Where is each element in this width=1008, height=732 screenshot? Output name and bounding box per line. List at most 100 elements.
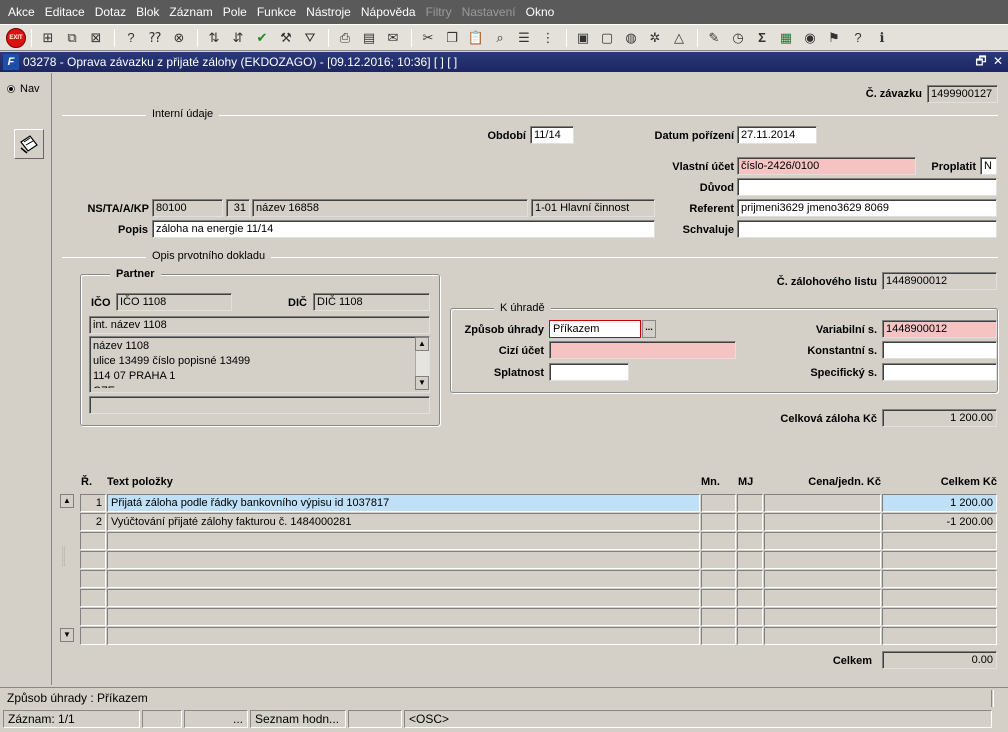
copy-icon[interactable]: ❐ [441,28,463,48]
menu-dotaz[interactable]: Dotaz [90,0,131,24]
cell-celkem[interactable] [882,589,997,607]
restore-icon[interactable]: 🗗 [974,54,988,68]
cell-mn[interactable] [701,570,736,588]
info-icon[interactable]: ℹ [871,28,893,48]
radio-icon[interactable] [7,85,15,93]
kp-field[interactable]: 1-01 Hlavní činnost [531,199,655,217]
export-icon[interactable]: ◉ [799,28,821,48]
cell-text[interactable]: Přijatá záloha podle řádky bankovního vý… [107,494,700,512]
cell-mj[interactable] [737,608,763,626]
triangle-icon[interactable]: △ [668,28,690,48]
edit-doc-icon[interactable]: ✎ [703,28,725,48]
menu-napoveda[interactable]: Nápověda [356,0,421,24]
duplicate-record-icon[interactable]: ⧉ [61,28,83,48]
a-field[interactable]: název 16858 [252,199,528,217]
cell-text[interactable] [107,532,700,550]
celkem-field[interactable]: 0.00 [882,651,997,669]
datum-porizeni-field[interactable]: 27.11.2014 [737,126,817,144]
cell-r[interactable] [80,627,106,645]
c-zavazku-field[interactable]: 1499900127 [927,85,998,103]
tree-icon[interactable]: ⋮ [537,28,559,48]
duvod-field[interactable] [737,178,997,196]
cell-mj[interactable] [737,532,763,550]
cell-celkem[interactable]: 1 200.00 [882,494,997,512]
delete-record-icon[interactable]: ⊠ [85,28,107,48]
zpusob-uhrady-field[interactable]: Příkazem [549,320,641,338]
menu-akce[interactable]: Akce [3,0,40,24]
dic-field[interactable]: DIČ 1108 [313,293,430,311]
menu-blok[interactable]: Blok [131,0,164,24]
cell-r[interactable]: 1 [80,494,106,512]
cell-cena[interactable] [764,589,881,607]
konstantni-field[interactable] [882,341,997,359]
cell-r[interactable] [80,551,106,569]
address-field[interactable]: název 1108 ulice 13499 číslo popisné 134… [89,336,430,393]
grid-scroll-up-icon[interactable]: ▲ [60,494,74,508]
cell-text[interactable] [107,589,700,607]
cell-r[interactable] [80,570,106,588]
menu-funkce[interactable]: Funkce [252,0,301,24]
cell-mj[interactable] [737,570,763,588]
grid-scroll-down-icon[interactable]: ▼ [60,628,74,642]
cell-text[interactable] [107,627,700,645]
cell-mn[interactable] [701,608,736,626]
insert-record-icon[interactable]: ⊞ [37,28,59,48]
menu-okno[interactable]: Okno [521,0,560,24]
cell-text[interactable] [107,551,700,569]
cell-mn[interactable] [701,494,736,512]
cell-mn[interactable] [701,627,736,645]
specificky-field[interactable] [882,363,997,381]
cell-r[interactable]: 2 [80,513,106,531]
cell-cena[interactable] [764,551,881,569]
list-icon[interactable]: ☰ [513,28,535,48]
query-cancel-icon[interactable]: ⊗ [168,28,190,48]
print-icon[interactable]: ⎙ [334,28,356,48]
tools-icon[interactable]: ⚒ [275,28,297,48]
referent-field[interactable]: prijmeni3629 jmeno3629 8069 [737,199,997,217]
cell-text[interactable] [107,608,700,626]
int-nazev-field[interactable]: int. název 1108 [89,316,430,334]
cell-mn[interactable] [701,513,736,531]
save-icon[interactable]: ▢ [596,28,618,48]
paste-icon[interactable]: 📋 [465,28,487,48]
schvaluje-field[interactable] [737,220,997,238]
cell-cena[interactable] [764,570,881,588]
cell-r[interactable] [80,608,106,626]
cell-mj[interactable] [737,494,763,512]
cell-r[interactable] [80,589,106,607]
menu-pole[interactable]: Pole [218,0,252,24]
sort-desc-icon[interactable]: ⇵ [227,28,249,48]
scroll-up-icon[interactable]: ▲ [415,337,429,351]
ns-field[interactable]: 80100 [152,199,223,217]
help-icon[interactable]: ? [847,28,869,48]
proplatit-field[interactable]: N [980,157,997,175]
commit-icon[interactable]: ✔ [251,28,273,48]
cizi-ucet-field[interactable] [549,341,736,359]
c-zalohoveho-field[interactable]: 1448900012 [882,272,997,290]
cell-celkem[interactable] [882,608,997,626]
sort-asc-icon[interactable]: ⇅ [203,28,225,48]
menu-zaznam[interactable]: Záznam [164,0,217,24]
cell-cena[interactable] [764,532,881,550]
globe-icon[interactable]: ◍ [620,28,642,48]
cell-cena[interactable] [764,513,881,531]
address-extra-field[interactable] [89,396,430,414]
cell-text[interactable]: Vyúčtování přijaté zálohy fakturou č. 14… [107,513,700,531]
cell-r[interactable] [80,532,106,550]
excel-icon[interactable]: ▦ [775,28,797,48]
lov-button[interactable]: ... [642,320,656,338]
cell-text[interactable] [107,570,700,588]
menu-filtry[interactable]: Filtry [421,0,457,24]
clock-icon[interactable]: ◷ [727,28,749,48]
print-preview-icon[interactable]: ▤ [358,28,380,48]
close-icon[interactable]: ✕ [991,54,1005,68]
cell-cena[interactable] [764,494,881,512]
filter-icon[interactable]: ⛛ [299,28,321,48]
menu-nastroje[interactable]: Nástroje [301,0,356,24]
query-exec-icon[interactable]: ⁇ [144,28,166,48]
cell-mn[interactable] [701,589,736,607]
settings-icon[interactable]: ✲ [644,28,666,48]
grid-scroll-grip[interactable]: ⁞⁞ ⁞⁞ ⁞⁞ ⁞⁞ [62,547,70,582]
ico-field[interactable]: IČO 1108 [116,293,232,311]
clipboard-icon[interactable]: ▣ [572,28,594,48]
